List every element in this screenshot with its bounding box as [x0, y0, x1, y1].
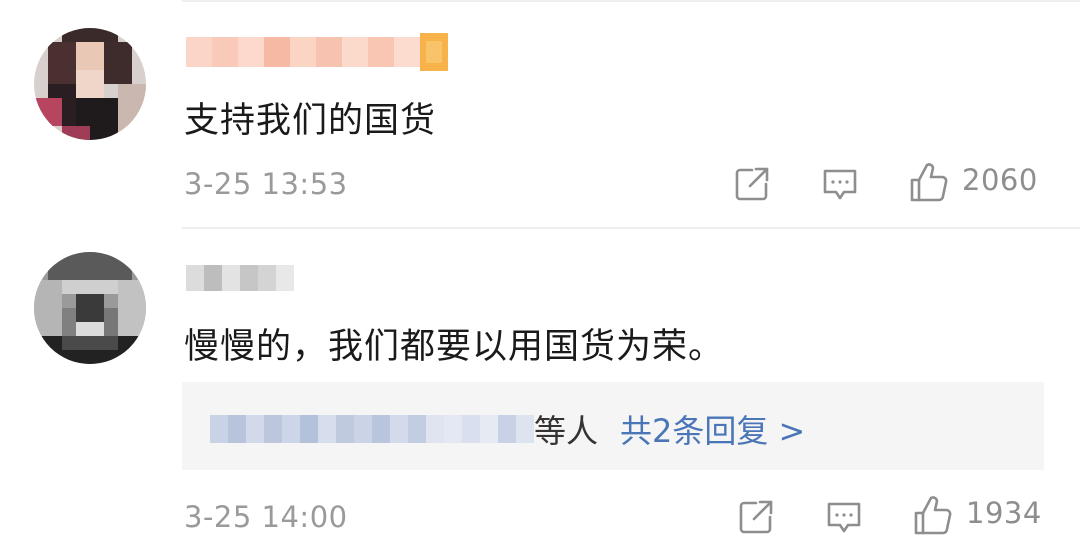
reply-suffix: 等人	[534, 412, 599, 450]
top-divider	[182, 0, 1080, 2]
reply-summary[interactable]: 等人 共2条回复 >	[210, 406, 805, 452]
thumbs-up-icon	[908, 160, 948, 202]
share-icon[interactable]	[736, 497, 776, 537]
avatar[interactable]	[34, 252, 146, 364]
username-blurred[interactable]	[186, 30, 448, 76]
comment-text: 支持我们的国货	[184, 101, 437, 141]
view-replies-link[interactable]: 共2条回复 >	[620, 406, 805, 452]
comment-icon[interactable]	[824, 497, 864, 537]
reply-usernames-blurred	[210, 409, 534, 449]
share-icon[interactable]	[732, 164, 772, 204]
avatar[interactable]	[34, 28, 146, 140]
username-blurred[interactable]	[186, 256, 294, 302]
comment-time: 3-25 13:53	[184, 167, 348, 201]
comment-time: 3-25 14:00	[184, 500, 348, 534]
like-button[interactable]: 2060	[908, 160, 1038, 202]
like-count: 2060	[962, 163, 1038, 197]
like-button[interactable]: 1934	[912, 493, 1042, 535]
thumbs-up-icon	[912, 493, 952, 535]
comment-text: 慢慢的，我们都要以用国货为荣。	[184, 327, 725, 367]
reply-preview-box[interactable]: 等人 共2条回复 >	[182, 382, 1044, 470]
like-count: 1934	[966, 496, 1042, 530]
comment-divider	[182, 227, 1080, 229]
comment-icon[interactable]	[820, 164, 860, 204]
